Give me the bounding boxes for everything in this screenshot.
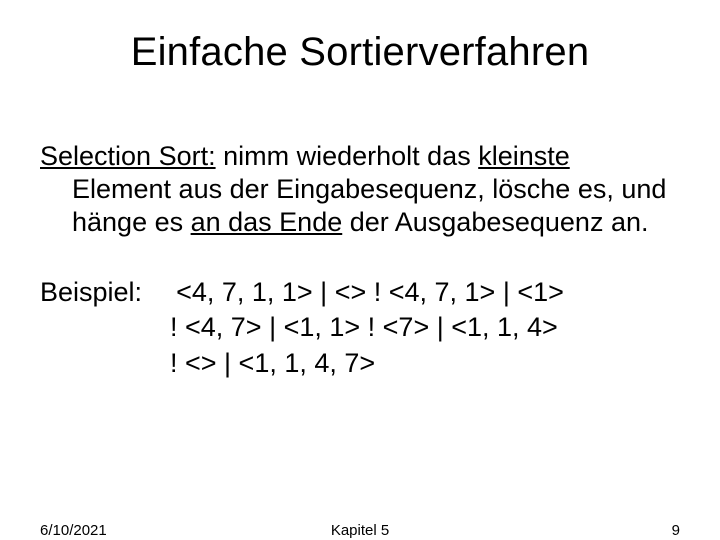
- example-seq-1: <4, 7, 1, 1> | <> ! <4, 7, 1> | <1>: [176, 277, 564, 307]
- example-line-3: ! <> | <1, 1, 4, 7>: [40, 346, 680, 382]
- slide-title: Einfache Sortierverfahren: [0, 30, 720, 75]
- description-text-a: nimm wiederholt das: [216, 141, 479, 171]
- description-text-c: der Ausgabesequenz an.: [342, 207, 648, 237]
- slide: Einfache Sortierverfahren Selection Sort…: [0, 0, 720, 540]
- keyword-an-das-ende: an das Ende: [191, 207, 343, 237]
- algorithm-name: Selection Sort:: [40, 141, 216, 171]
- footer-chapter: Kapitel 5: [40, 522, 680, 539]
- example-block: Beispiel: <4, 7, 1, 1> | <> ! <4, 7, 1> |…: [40, 275, 680, 382]
- description-paragraph: Selection Sort: nimm wiederholt das klei…: [40, 140, 680, 239]
- example-label: Beispiel:: [40, 275, 142, 311]
- example-line-2: ! <4, 7> | <1, 1> ! <7> | <1, 1, 4>: [40, 310, 680, 346]
- footer-page-number: 9: [672, 522, 680, 539]
- keyword-kleinste: kleinste: [478, 141, 570, 171]
- slide-body: Selection Sort: nimm wiederholt das klei…: [40, 140, 680, 382]
- example-line-1: Beispiel: <4, 7, 1, 1> | <> ! <4, 7, 1> |…: [40, 275, 680, 311]
